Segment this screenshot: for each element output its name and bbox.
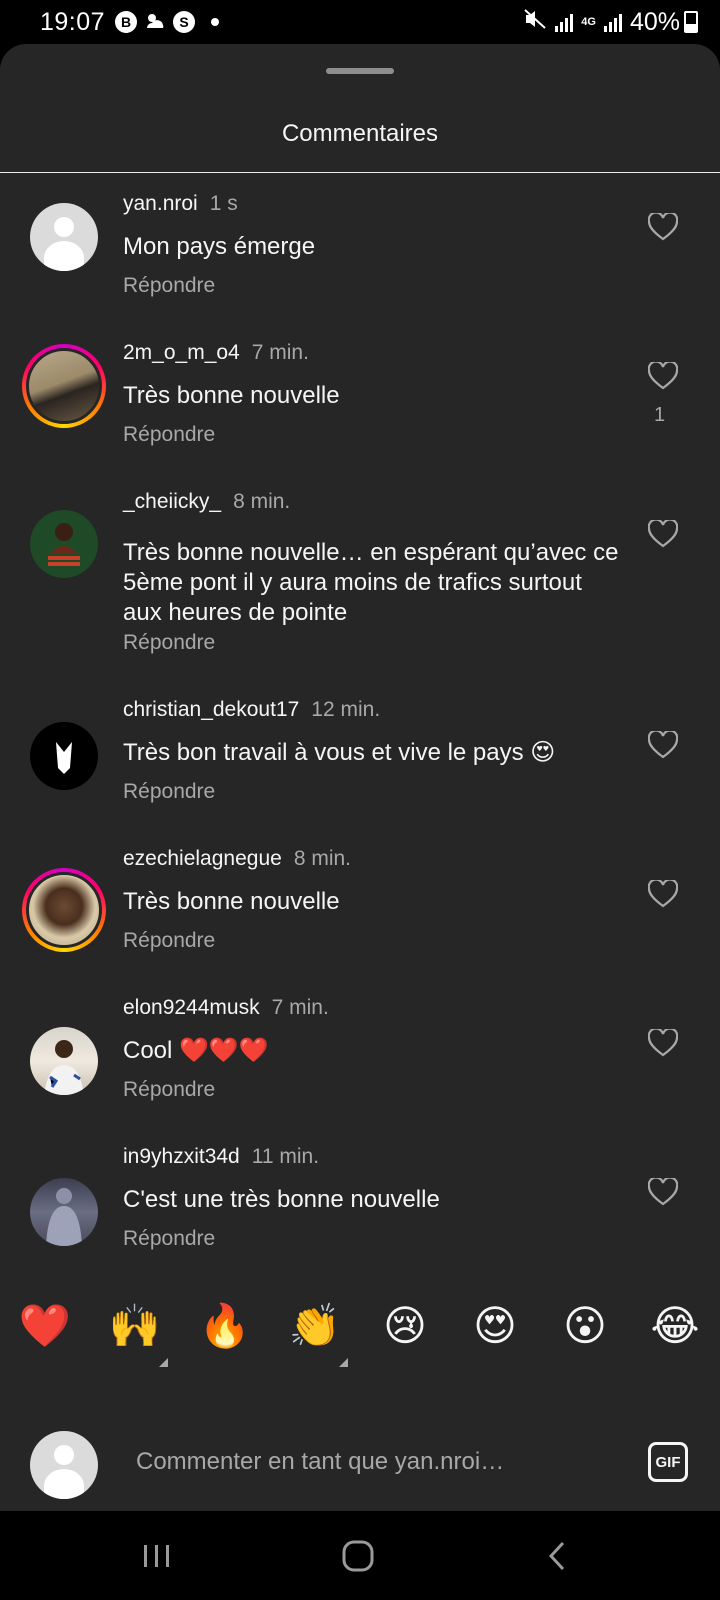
comment-username[interactable]: in9yhzxit34d: [123, 1145, 240, 1168]
drag-handle[interactable]: [326, 68, 394, 74]
comment-time: 7 min.: [271, 996, 329, 1019]
emoji-heart[interactable]: ❤️: [17, 1298, 73, 1354]
comment-username[interactable]: elon9244musk: [123, 996, 260, 1019]
battery-indicator: 40%: [630, 8, 698, 37]
emoji-reaction-bar: ❤️ 🙌 🔥 👏 😢 😍 😮 😂: [0, 1298, 720, 1368]
comment-username[interactable]: ezechielagnegue: [123, 847, 282, 870]
like-count: 1: [654, 404, 666, 426]
heart-icon[interactable]: [648, 731, 678, 759]
s-circle-icon: S: [173, 11, 196, 33]
composer-avatar: [30, 1431, 98, 1499]
avatar[interactable]: [30, 203, 98, 271]
battery-icon: [684, 11, 698, 33]
comment-username[interactable]: christian_dekout17: [123, 698, 299, 721]
heart-icon[interactable]: [648, 880, 678, 908]
divider: [0, 172, 720, 173]
signal-icon-2: [603, 12, 622, 32]
status-time: 19:07: [40, 7, 106, 36]
cloud-sun-icon: [143, 8, 167, 37]
emoji-crying[interactable]: 😢: [377, 1298, 433, 1354]
signal-icon: [555, 12, 574, 32]
comment-username[interactable]: yan.nroi: [123, 192, 198, 215]
comment-time: 7 min.: [251, 341, 309, 364]
avatar[interactable]: [30, 510, 98, 578]
skin-tone-indicator: [159, 1358, 168, 1367]
reply-button[interactable]: Répondre: [123, 929, 215, 953]
emoji-heart-eyes[interactable]: 😍: [467, 1298, 523, 1354]
battery-percent: 40%: [629, 7, 680, 36]
comment-time: 8 min.: [293, 847, 351, 870]
comment-time: 1 s: [209, 192, 238, 215]
reply-button[interactable]: Répondre: [123, 631, 215, 655]
comment-text: Très bonne nouvelle: [123, 888, 340, 915]
mute-icon: [523, 8, 547, 37]
status-bar: 19:07 B S 4G 40%: [0, 0, 720, 44]
dot-icon: [211, 18, 220, 26]
comments-sheet: Commentaires: [0, 44, 720, 1511]
emoji-fire[interactable]: 🔥: [197, 1298, 253, 1354]
comment-text: Cool ❤️❤️❤️: [123, 1037, 269, 1064]
skin-tone-indicator: [339, 1358, 348, 1367]
reply-button[interactable]: Répondre: [123, 423, 215, 447]
comment-text: C'est une très bonne nouvelle: [123, 1186, 440, 1213]
reply-button[interactable]: Répondre: [123, 274, 215, 298]
recent-apps-icon[interactable]: [132, 1531, 182, 1581]
comment-text: Très bonne nouvelle… en espérant qu’avec…: [123, 539, 619, 626]
comment-text: Mon pays émerge: [123, 233, 316, 260]
emoji-laughing[interactable]: 😂: [647, 1298, 703, 1354]
status-notification-icons: B S: [115, 8, 220, 37]
comment-text: Très bonne nouvelle: [123, 382, 340, 409]
reply-button[interactable]: Répondre: [123, 1078, 215, 1102]
avatar[interactable]: [30, 1178, 98, 1246]
avatar[interactable]: [22, 868, 106, 952]
avatar[interactable]: [30, 722, 98, 790]
reply-button[interactable]: Répondre: [123, 780, 215, 804]
heart-icon[interactable]: [648, 520, 678, 548]
heart-icon[interactable]: [648, 362, 678, 390]
comment-time: 8 min.: [233, 490, 291, 513]
network-type: 4G: [581, 16, 596, 28]
comment-time: 11 min.: [251, 1145, 320, 1168]
comment-input[interactable]: Commenter en tant que yan.nroi…: [136, 1448, 504, 1476]
heart-icon[interactable]: [648, 213, 678, 241]
home-icon[interactable]: [333, 1531, 383, 1581]
reply-button[interactable]: Répondre: [123, 1227, 215, 1251]
avatar[interactable]: [22, 344, 106, 428]
comment-username[interactable]: 2m_o_m_o4: [123, 341, 240, 364]
heart-icon[interactable]: [648, 1029, 678, 1057]
comment-username[interactable]: _cheiicky_: [123, 490, 221, 513]
system-nav-bar: [0, 1511, 720, 1600]
comment-time: 12 min.: [311, 698, 381, 721]
sheet-title: Commentaires: [281, 120, 439, 147]
emoji-raising-hands[interactable]: 🙌: [107, 1298, 163, 1354]
back-icon[interactable]: [533, 1531, 583, 1581]
emoji-surprised[interactable]: 😮: [557, 1298, 613, 1354]
heart-icon[interactable]: [648, 1178, 678, 1206]
avatar[interactable]: [30, 1027, 98, 1095]
comment-text: Très bon travail à vous et vive le pays …: [123, 739, 556, 766]
gif-button[interactable]: GIF: [648, 1442, 688, 1482]
emoji-clapping[interactable]: 👏: [287, 1298, 343, 1354]
b-circle-icon: B: [115, 11, 138, 33]
